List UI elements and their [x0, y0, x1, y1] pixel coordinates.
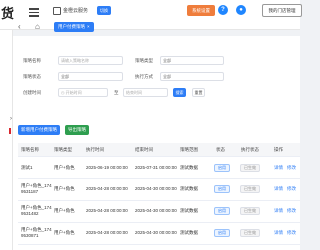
strategy-type-cell: 用户+角色 [54, 208, 75, 213]
edit-link[interactable]: 修改 [287, 165, 296, 171]
status-tag: 启用 [214, 229, 230, 237]
sidebar-active-indicator [9, 128, 11, 134]
edit-link[interactable]: 修改 [287, 208, 296, 214]
scope-cell: 测试数据 [180, 186, 198, 191]
strategy-name-line: 用户+角色_174 [21, 205, 52, 210]
detail-link[interactable]: 详情 [274, 208, 283, 214]
strategy-status-label: 策略状态 [23, 74, 41, 79]
menu-toggle-icon[interactable] [29, 8, 39, 17]
start-time-placeholder: 开始时间 [65, 90, 82, 95]
system-settings-button[interactable]: 系统设置 [187, 5, 215, 16]
exec-status-tag: 已生效 [240, 229, 260, 237]
status-tag: 启用 [214, 207, 230, 215]
main-content: 策略名称 请输入策略名称 策略类型 全部 策略状态 全部 执行方式 全部 创建时… [13, 36, 300, 250]
edit-link[interactable]: 修改 [287, 186, 296, 192]
exec-type-select[interactable]: 全部 [160, 72, 224, 81]
strategy-name-line: 用户+角色_174 [21, 227, 52, 232]
end-time-input[interactable]: 结束时间 [123, 88, 168, 97]
chevron-right-icon[interactable]: › [10, 116, 12, 122]
table-row: 用户+角色_174 9530871 用户+角色 2025-04-28 00:00:… [18, 223, 300, 245]
end-time-cell: 2025-07-31 00:00:00 [135, 165, 177, 170]
column-header: 操作 [274, 147, 283, 152]
exec-type-value: 全部 [163, 74, 171, 79]
strategy-name-line: 9531187 [21, 189, 39, 194]
scope-cell: 测试数据 [180, 230, 198, 235]
detail-link[interactable]: 详情 [274, 165, 283, 171]
strategy-type-label: 策略类型 [135, 58, 153, 63]
scope-cell: 测试数据 [180, 208, 198, 213]
strategy-status-value: 全部 [61, 74, 69, 79]
strategy-name-cell: 用户+角色_174 9531187 [21, 183, 52, 195]
status-tag: 启用 [214, 164, 230, 172]
store-icon [53, 7, 61, 15]
switch-store-button[interactable]: 切换 [97, 6, 111, 15]
detail-link[interactable]: 详情 [274, 186, 283, 192]
strategy-name-line: 9530871 [21, 233, 39, 238]
bell-icon[interactable]: ● [236, 5, 246, 15]
strategy-type-value: 全部 [163, 58, 171, 63]
edit-link[interactable]: 修改 [287, 230, 296, 236]
scope-cell: 测试数据 [180, 165, 198, 170]
my-store-button[interactable]: 我的门店管理 [262, 4, 302, 17]
strategy-name-line: 9531482 [21, 211, 39, 216]
exec-status-tag: 已生效 [240, 185, 260, 193]
exec-type-label: 执行方式 [135, 74, 153, 79]
table-row: 用户+角色_174 9531482 用户+角色 2025-04-28 00:00:… [18, 201, 300, 223]
strategy-name-line: 用户+角色_174 [21, 183, 52, 188]
strategy-name-label: 策略名称 [23, 58, 41, 63]
column-header: 策略类型 [54, 147, 72, 152]
start-time-input[interactable]: ◷ 开始时间 [58, 88, 108, 97]
strategy-type-cell: 用户+角色 [54, 230, 75, 235]
add-strategy-button[interactable]: 新增用户付费策略 [18, 125, 60, 135]
home-icon[interactable]: ⌂ [35, 22, 40, 31]
exec-time-cell: 2025-04-28 00:00:00 [86, 208, 128, 213]
export-button[interactable]: 导出策略 [65, 125, 89, 135]
table-row: 测试1 用户+角色 2025-06-19 00:00:00 2025-07-31… [18, 157, 300, 179]
table-row: 用户+角色_174 9531187 用户+角色 2025-04-28 00:00:… [18, 179, 300, 201]
table-header: 策略名称 策略类型 执行时间 结束时间 策略范围 状态 执行状态 操作 [18, 143, 300, 157]
tab-user-pay-strategy[interactable]: 用户付费策略 × [54, 22, 94, 32]
strategy-name-cell: 用户+角色_174 9531482 [21, 205, 52, 217]
column-header: 结束时间 [135, 147, 153, 152]
store-name: 金橙云服务 [63, 8, 89, 14]
detail-link[interactable]: 详情 [274, 230, 283, 236]
strategy-type-cell: 用户+角色 [54, 165, 75, 170]
exec-status-tag: 已生效 [240, 207, 260, 215]
strategy-status-select[interactable]: 全部 [58, 72, 123, 81]
column-header: 策略名称 [21, 147, 39, 152]
strategy-type-cell: 用户+角色 [54, 186, 75, 191]
exec-time-cell: 2025-04-28 00:00:00 [86, 230, 128, 235]
end-time-cell: 2025-04-30 00:00:00 [135, 186, 177, 191]
reset-button[interactable]: 重置 [192, 88, 205, 97]
status-tag: 启用 [214, 185, 230, 193]
column-header: 执行时间 [86, 147, 104, 152]
column-header: 策略范围 [180, 147, 198, 152]
strategy-type-select[interactable]: 全部 [160, 56, 224, 65]
column-header: 状态 [216, 147, 225, 152]
range-separator: 至 [114, 90, 119, 95]
end-time-cell: 2025-04-30 00:00:00 [135, 230, 177, 235]
column-header: 执行状态 [241, 147, 259, 152]
exec-time-cell: 2025-04-28 00:00:00 [86, 186, 128, 191]
end-time-cell: 2025-04-30 00:00:00 [135, 208, 177, 213]
close-icon[interactable]: × [87, 24, 90, 29]
tab-bar: ‹ ⌂ 用户付费策略 × [13, 20, 300, 36]
create-time-label: 创建时间 [23, 90, 41, 95]
sidebar: › [0, 30, 13, 250]
strategy-name-input[interactable]: 请输入策略名称 [58, 56, 123, 65]
exec-status-tag: 已生效 [240, 164, 260, 172]
tab-label: 用户付费策略 [58, 24, 85, 29]
exec-time-cell: 2025-06-19 00:00:00 [86, 165, 128, 170]
strategy-name-cell: 用户+角色_174 9530871 [21, 227, 52, 239]
help-icon[interactable]: ? [218, 5, 228, 15]
strategy-name-cell: 测试1 [21, 165, 33, 170]
chevron-left-icon[interactable]: ‹ [18, 22, 21, 31]
search-button[interactable]: 搜索 [173, 88, 186, 97]
